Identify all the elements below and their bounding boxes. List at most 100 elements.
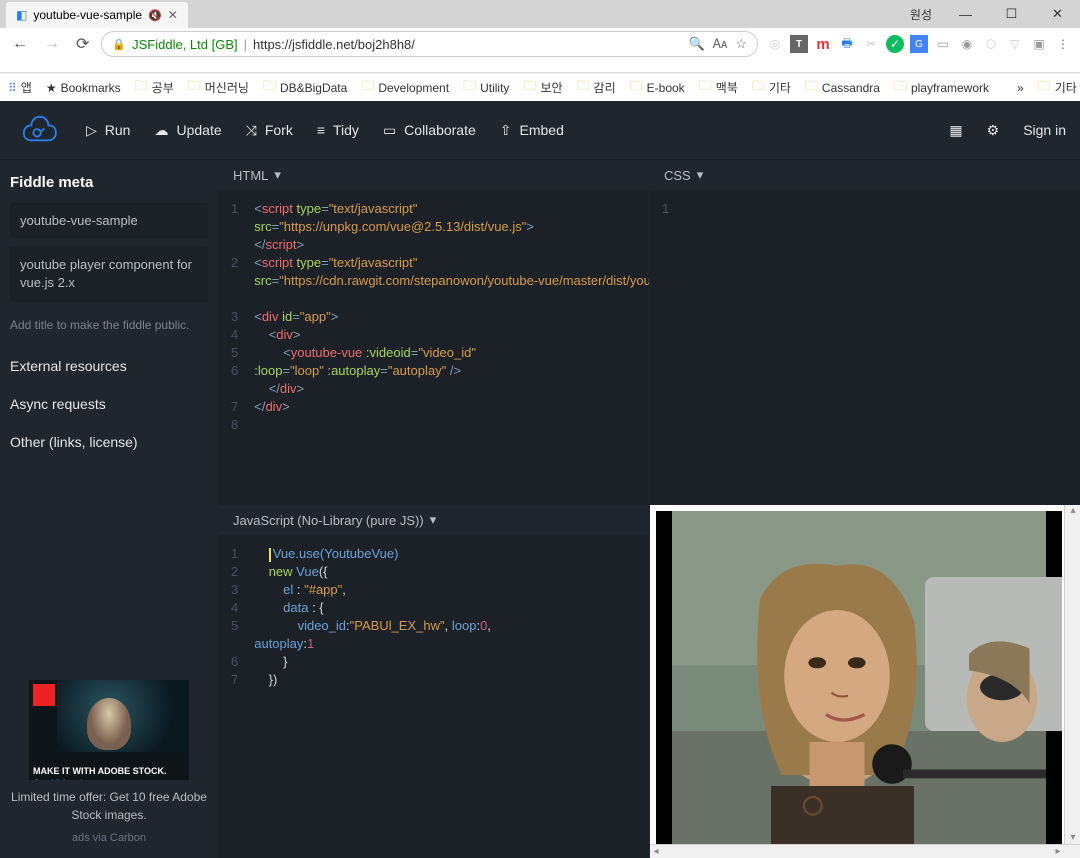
bookmark-item[interactable]: ★ Bookmarks (46, 81, 121, 95)
bookmark-overflow[interactable]: » (1017, 81, 1024, 95)
menu-icon[interactable]: ⋮ (1054, 35, 1072, 53)
window-label: 원성 (910, 6, 932, 23)
run-button[interactable]: ▷Run (86, 122, 130, 139)
ext-icon-5[interactable]: ✂ (862, 35, 880, 53)
cloud-up-icon: ☁ (154, 122, 168, 139)
zoom-icon[interactable]: 🔍 (688, 36, 704, 52)
js-code: Vue.use(YoutubeVue) new Vue({ el : "#app… (246, 535, 499, 858)
result-video[interactable] (656, 511, 1062, 852)
ext-icon-4[interactable]: 🖶 (838, 35, 856, 53)
dropdown-icon: ▾ (697, 167, 704, 183)
meta-hint: Add title to make the fiddle public. (10, 318, 208, 332)
tab-close-icon[interactable]: ✕ (168, 8, 178, 22)
list-icon: ≡ (317, 122, 325, 138)
bookmark-folder[interactable]: 🗀 공부 (135, 77, 174, 99)
dropdown-icon: ▾ (274, 167, 281, 183)
translate-icon[interactable]: 🗛 (713, 36, 728, 52)
maximize-button[interactable]: ☐ (989, 0, 1034, 28)
ad-image: MAKE IT WITH ADOBE STOCK. Get 10 free im… (29, 680, 189, 780)
speaker-icon: 🔇 (148, 9, 162, 22)
play-icon: ▷ (86, 122, 97, 139)
ad-text: Limited time offer: Get 10 free Adobe St… (10, 788, 208, 824)
ext-icon-8[interactable]: ▭ (934, 35, 952, 53)
ext-icon-1[interactable]: ◎ (766, 35, 784, 53)
reload-button[interactable]: ⟳ (72, 32, 93, 56)
css-gutter: 1 (650, 190, 677, 505)
update-button[interactable]: ☁Update (154, 122, 221, 139)
bookmark-folder[interactable]: 🗀 Development (361, 77, 449, 99)
collaborate-button[interactable]: ▭Collaborate (383, 122, 476, 139)
html-editor[interactable]: 1 2 3 4 5 6 7 8 <script type="text/javas… (219, 190, 649, 505)
ext-icon-3[interactable]: m (814, 35, 832, 53)
apps-button[interactable]: ⠿ 앱 (8, 79, 32, 96)
sidebar: Fiddle meta youtube-vue-sample youtube p… (0, 160, 218, 858)
ext-icon-9[interactable]: ◉ (958, 35, 976, 53)
ext-icon-12[interactable]: ▣ (1030, 35, 1048, 53)
embed-button[interactable]: ⇧Embed (500, 122, 564, 139)
result-pane: ▴▾ ◂▸ (649, 505, 1080, 858)
bookmark-folder-right[interactable]: 🗀 기타 북마크 (1038, 77, 1080, 99)
tidy-button[interactable]: ≡Tidy (317, 122, 359, 138)
close-button[interactable]: ✕ (1035, 0, 1080, 28)
vertical-scrollbar[interactable]: ▴▾ (1064, 505, 1080, 844)
forward-button[interactable]: → (40, 33, 64, 55)
html-gutter: 1 2 3 4 5 6 7 8 (219, 190, 246, 505)
js-pane: JavaScript (No-Library (pure JS)) ▾ 1 2 … (218, 505, 649, 858)
bookmark-folder[interactable]: 🗀 머신러닝 (188, 77, 249, 99)
meta-heading: Fiddle meta (10, 174, 208, 191)
horizontal-scrollbar[interactable]: ◂▸ (650, 844, 1080, 858)
html-code: <script type="text/javascript" src="http… (246, 190, 649, 505)
js-editor[interactable]: 1 2 3 4 5 6 7 Vue.use(YoutubeVue) new Vu… (219, 535, 649, 858)
url-path: https://jsfiddle.net/boj2h8h8/ (253, 37, 415, 52)
fork-icon: ⤨ (246, 122, 257, 139)
signin-button[interactable]: Sign in (1023, 122, 1066, 138)
external-resources[interactable]: External resources (10, 358, 208, 374)
js-gutter: 1 2 3 4 5 6 7 (219, 535, 246, 858)
title-input[interactable]: youtube-vue-sample (10, 203, 208, 238)
ext-icon-6[interactable]: ✓ (886, 35, 904, 53)
bookmark-folder[interactable]: 🗀 보안 (523, 77, 562, 99)
ad-block[interactable]: MAKE IT WITH ADOBE STOCK. Get 10 free im… (10, 680, 208, 844)
async-requests[interactable]: Async requests (10, 396, 208, 412)
bookmark-folder[interactable]: 🗀 맥북 (699, 77, 738, 99)
html-pane: HTML ▾ 1 2 3 4 5 6 7 8 <script type="tex… (218, 160, 649, 505)
tab-title: youtube-vue-sample (33, 8, 142, 22)
bookmark-folder[interactable]: 🗀 Utility (463, 77, 509, 99)
tab-bar: ◧ youtube-vue-sample 🔇 ✕ 원성 — ☐ ✕ (0, 0, 1080, 28)
settings-button[interactable]: ⚙ (987, 122, 1000, 139)
bookmark-folder[interactable]: 🗀 기타 (752, 77, 791, 99)
star-icon[interactable]: ☆ (735, 36, 747, 52)
layout-icon: ▦ (949, 122, 962, 139)
js-pane-header[interactable]: JavaScript (No-Library (pure JS)) ▾ (219, 505, 649, 535)
css-editor[interactable]: 1 (650, 190, 1080, 505)
bookmark-folder[interactable]: 🗀 DB&BigData (263, 77, 347, 99)
css-pane: CSS ▾ 1 (649, 160, 1080, 505)
bookmark-folder[interactable]: 🗀 E-book (630, 77, 685, 99)
bookmark-folder[interactable]: 🗀 Cassandra (805, 77, 880, 99)
browser-tab[interactable]: ◧ youtube-vue-sample 🔇 ✕ (6, 2, 188, 28)
bookmark-bar: ⠿ 앱 ★ Bookmarks 🗀 공부 🗀 머신러닝 🗀 DB&BigData… (0, 73, 1080, 101)
bookmark-folder[interactable]: 🗀 감리 (577, 77, 616, 99)
ext-icon-11[interactable]: ▽ (1006, 35, 1024, 53)
jsfiddle-logo[interactable] (14, 112, 62, 148)
back-button[interactable]: ← (8, 33, 32, 55)
url-origin: JSFiddle, Ltd [GB] (132, 37, 238, 52)
other-links[interactable]: Other (links, license) (10, 434, 208, 450)
layout-button[interactable]: ▦ (949, 122, 962, 139)
upload-icon: ⇧ (500, 122, 512, 139)
tab-favicon: ◧ (16, 8, 27, 22)
fork-button[interactable]: ⤨Fork (246, 122, 293, 139)
html-pane-header[interactable]: HTML ▾ (219, 160, 649, 190)
minimize-button[interactable]: — (943, 0, 988, 28)
ad-via: ads via Carbon (10, 832, 208, 844)
ext-icon-2[interactable]: T (790, 35, 808, 53)
address-bar[interactable]: 🔒 JSFiddle, Ltd [GB] | https://jsfiddle.… (101, 31, 758, 57)
app-toolbar: ▷Run ☁Update ⤨Fork ≡Tidy ▭Collaborate ⇧E… (0, 101, 1080, 159)
css-pane-header[interactable]: CSS ▾ (650, 160, 1080, 190)
lock-icon: 🔒 (112, 38, 126, 51)
ext-icon-10[interactable]: ⬡ (982, 35, 1000, 53)
description-input[interactable]: youtube player component for vue.js 2.x (10, 246, 208, 302)
ext-icon-7[interactable]: G (910, 35, 928, 53)
bookmark-folder[interactable]: 🗀 playframework (894, 77, 989, 99)
chat-icon: ▭ (383, 122, 396, 139)
